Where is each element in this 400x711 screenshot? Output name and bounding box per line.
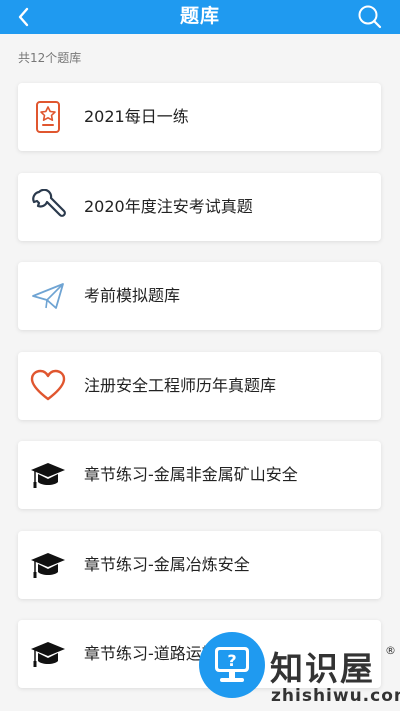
list-item[interactable]: 考前模拟题库 — [18, 262, 381, 330]
list-item-label: 章节练习-金属非金属矿山安全 — [84, 465, 298, 484]
list-item[interactable]: 章节练习-金属非金属矿山安全 — [18, 441, 381, 509]
watermark: ? 知识屋 ® zhishiwu.com — [198, 628, 400, 711]
svg-text:?: ? — [227, 651, 236, 670]
graduation-cap-icon — [31, 553, 65, 578]
watermark-title: 知识屋 — [270, 649, 375, 688]
question-monitor-logo-icon: ? — [199, 632, 265, 698]
heart-icon — [30, 369, 66, 401]
list-item[interactable]: 2020年度注安考试真题 — [18, 173, 381, 241]
wrench-icon — [32, 189, 66, 217]
registered-mark: ® — [385, 644, 396, 657]
graduation-cap-icon — [31, 642, 65, 667]
list-item-label: 2021每日一练 — [84, 107, 189, 126]
list-item[interactable]: 章节练习-金属冶炼安全 — [18, 531, 381, 599]
list-item-label: 2020年度注安考试真题 — [84, 197, 253, 216]
graduation-cap-icon — [31, 463, 65, 488]
list-item[interactable]: 注册安全工程师历年真题库 — [18, 352, 381, 420]
list-item-label: 章节练习-金属冶炼安全 — [84, 555, 250, 574]
paper-plane-icon — [32, 283, 64, 309]
watermark-url: zhishiwu.com — [271, 686, 400, 706]
question-bank-list: 2021每日一练 2020年度注安考试真题 考前模拟题库 注册安全工程师历年真题… — [0, 0, 400, 711]
list-item-label: 考前模拟题库 — [84, 286, 181, 305]
list-item-label: 注册安全工程师历年真题库 — [84, 376, 277, 395]
list-item[interactable]: 2021每日一练 — [18, 83, 381, 151]
badge-star-icon — [36, 101, 60, 133]
